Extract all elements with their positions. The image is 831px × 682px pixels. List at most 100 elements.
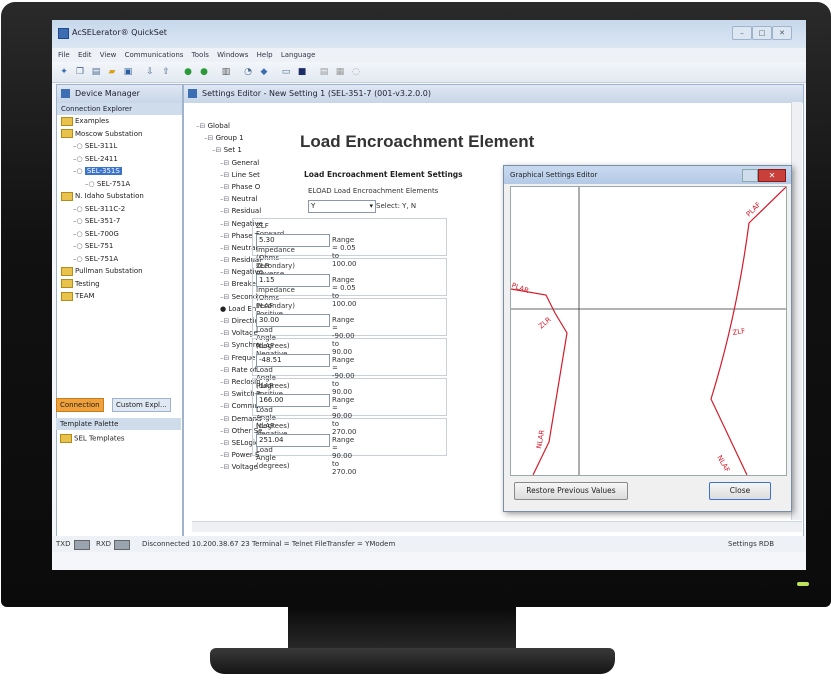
node-icon: –⊟ — [220, 414, 232, 423]
events-icon[interactable]: ◆ — [258, 66, 270, 78]
setting-input[interactable]: 251.04 — [256, 434, 330, 447]
node-icon: –⊟ — [220, 231, 232, 240]
setting-input[interactable]: 30.00 — [256, 314, 330, 327]
tree-item[interactable]: –○ SEL-2411 — [57, 153, 182, 166]
maximize-button[interactable]: □ — [752, 26, 772, 40]
plaf-label: PLAF — [745, 201, 763, 219]
refresh-icon[interactable]: ● — [198, 66, 210, 78]
minimize-button[interactable]: – — [732, 26, 752, 40]
tree-item-label: SEL-751A — [84, 254, 119, 263]
setting-input[interactable]: 166.00 — [256, 394, 330, 407]
device-icon: –○ — [85, 179, 97, 188]
rx-label: RXD — [96, 540, 112, 548]
control-icon[interactable]: ■ — [296, 66, 308, 78]
read-icon[interactable]: ⇩ — [144, 66, 156, 78]
tree-item-label: Pullman Substation — [75, 267, 143, 275]
properties-icon[interactable]: ▤ — [90, 66, 102, 78]
hmi-icon[interactable]: ▭ — [280, 66, 292, 78]
tree-item[interactable]: –○ SEL-311C-2 — [57, 203, 182, 216]
menu-tools[interactable]: Tools — [192, 48, 209, 62]
node-icon: –⊟ — [220, 256, 232, 265]
copy-icon[interactable]: ❐ — [74, 66, 86, 78]
eload-dropdown[interactable]: Y ▾ — [308, 200, 376, 213]
tree-item[interactable]: –○ SEL-751 — [57, 240, 182, 253]
close-button[interactable]: Close — [709, 482, 771, 500]
open-icon[interactable]: ▰ — [106, 66, 118, 78]
tree-item[interactable]: –○ SEL-311L — [57, 140, 182, 153]
tree-item-label: TEAM — [75, 292, 95, 300]
tree-item-label: Testing — [75, 279, 100, 288]
device-manager-tabs: Connection Custom Expl... — [56, 398, 181, 412]
eload-label: ELOAD Load Encroachment Elements — [308, 187, 439, 195]
setting-input[interactable]: 5.30 — [256, 234, 330, 247]
vertical-scrollbar[interactable] — [791, 102, 802, 520]
setting-input[interactable]: -48.51 — [256, 354, 330, 367]
tree-item[interactable]: –○ SEL-700G — [57, 228, 182, 241]
close-icon[interactable]: ✕ — [758, 169, 786, 182]
settings-tree-item[interactable]: –⊟ Residual — [192, 205, 287, 217]
tree-item[interactable]: Testing — [57, 278, 182, 291]
tree-item[interactable]: Examples — [57, 115, 182, 128]
tree-item[interactable]: –○ SEL-751A — [57, 178, 182, 191]
menu-view[interactable]: View — [100, 48, 117, 62]
app-icon — [58, 28, 69, 39]
help-icon[interactable]: ◌ — [350, 66, 362, 78]
settings-tree-item[interactable]: –⊟ Neutral — [192, 193, 287, 205]
tree-item[interactable]: –○ SEL-351S — [57, 165, 182, 178]
tab-connection[interactable]: Connection — [56, 398, 104, 412]
minimize-icon[interactable] — [742, 169, 758, 182]
forward-load-boundary — [710, 187, 786, 475]
save-icon[interactable]: ▣ — [122, 66, 134, 78]
settings-tree-item[interactable]: –⊟ Group 1 — [192, 132, 287, 144]
settings-tree-item[interactable]: –⊟ Global — [192, 120, 287, 132]
node-icon: –⊟ — [220, 426, 232, 435]
tree-item-label: SEL-351-7 — [84, 217, 121, 225]
tree-item[interactable]: Pullman Substation — [57, 265, 182, 278]
menu-language[interactable]: Language — [281, 48, 316, 62]
graphical-editor-title: Graphical Settings Editor — [510, 171, 598, 179]
template-item[interactable]: SEL Templates — [60, 434, 125, 443]
horizontal-scrollbar[interactable] — [192, 521, 802, 532]
close-window-button[interactable]: ✕ — [772, 26, 792, 40]
menu-windows[interactable]: Windows — [217, 48, 248, 62]
settings-tree-item[interactable]: –⊟ Line Set — [192, 169, 287, 181]
device-icon: –○ — [73, 154, 85, 163]
tree-item[interactable]: TEAM — [57, 290, 182, 303]
print-icon[interactable]: ▤ — [318, 66, 330, 78]
tree-item-label: SEL-700G — [84, 229, 119, 238]
settings-tree-label: General — [231, 158, 260, 167]
menu-edit[interactable]: Edit — [78, 48, 92, 62]
tree-item-label: SEL-351S — [84, 167, 122, 175]
tree-item[interactable]: –○ SEL-351-7 — [57, 215, 182, 228]
menu-file[interactable]: File — [58, 48, 70, 62]
tab-custom-explorer[interactable]: Custom Expl... — [112, 398, 171, 412]
grid-icon[interactable]: ▦ — [334, 66, 346, 78]
tree-item[interactable]: –○ SEL-751A — [57, 253, 182, 266]
device-icon: –○ — [73, 167, 85, 175]
menu-bar: File Edit View Communications Tools Wind… — [52, 48, 806, 62]
send-icon[interactable]: ⇧ — [160, 66, 172, 78]
device-icon: –○ — [73, 204, 85, 213]
restore-previous-values-button[interactable]: Restore Previous Values — [514, 482, 628, 500]
node-icon: –⊟ — [220, 207, 232, 216]
tree-item[interactable]: N. Idaho Substation — [57, 190, 182, 203]
tree-item[interactable]: Moscow Substation — [57, 128, 182, 141]
setting-input[interactable]: 1.15 — [256, 274, 330, 287]
node-icon: –⊟ — [220, 158, 232, 167]
graphical-settings-editor: Graphical Settings Editor ✕ PLAR ZLR NLA… — [503, 165, 792, 512]
menu-help[interactable]: Help — [257, 48, 273, 62]
new-icon[interactable]: ✦ — [58, 66, 70, 78]
toolbar: ✦ ❐ ▤ ▰ ▣ ⇩ ⇧ ● ● ▥ ◔ ◆ ▭ ■ ▤ ▦ ◌ — [52, 62, 806, 83]
connect-icon[interactable]: ● — [182, 66, 194, 78]
settings-tree-label: Set 1 — [223, 146, 242, 155]
eload-value: Y — [311, 202, 316, 210]
settings-tree-item[interactable]: –⊟ General — [192, 157, 287, 169]
settings-tree-item[interactable]: –⊟ Phase O — [192, 181, 287, 193]
settings-tree-item[interactable]: –⊟ Set 1 — [192, 144, 287, 156]
settings-rdb: Settings RDB — [728, 540, 774, 548]
meter-icon[interactable]: ◔ — [242, 66, 254, 78]
terminal-icon[interactable]: ▥ — [220, 66, 232, 78]
template-palette-header: Template Palette — [56, 418, 181, 430]
menu-communications[interactable]: Communications — [125, 48, 184, 62]
screen: AcSELerator® QuickSet – □ ✕ File Edit Vi… — [52, 20, 806, 570]
